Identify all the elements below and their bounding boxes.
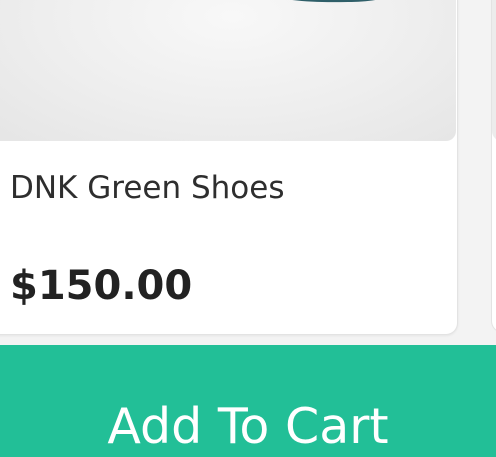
add-to-cart-button[interactable]: Add To Cart [0, 345, 496, 457]
product-card[interactable]: DNK Green Shoes $150.00 [0, 0, 458, 335]
product-view: DNK Green Shoes $150.00 Add To Cart [0, 0, 496, 457]
shoe-sole-icon [292, 0, 376, 3]
product-image [0, 0, 456, 141]
product-price: $150.00 [10, 263, 193, 309]
next-product-card[interactable] [491, 0, 496, 333]
product-title: DNK Green Shoes [10, 170, 285, 206]
next-product-image [492, 0, 496, 141]
